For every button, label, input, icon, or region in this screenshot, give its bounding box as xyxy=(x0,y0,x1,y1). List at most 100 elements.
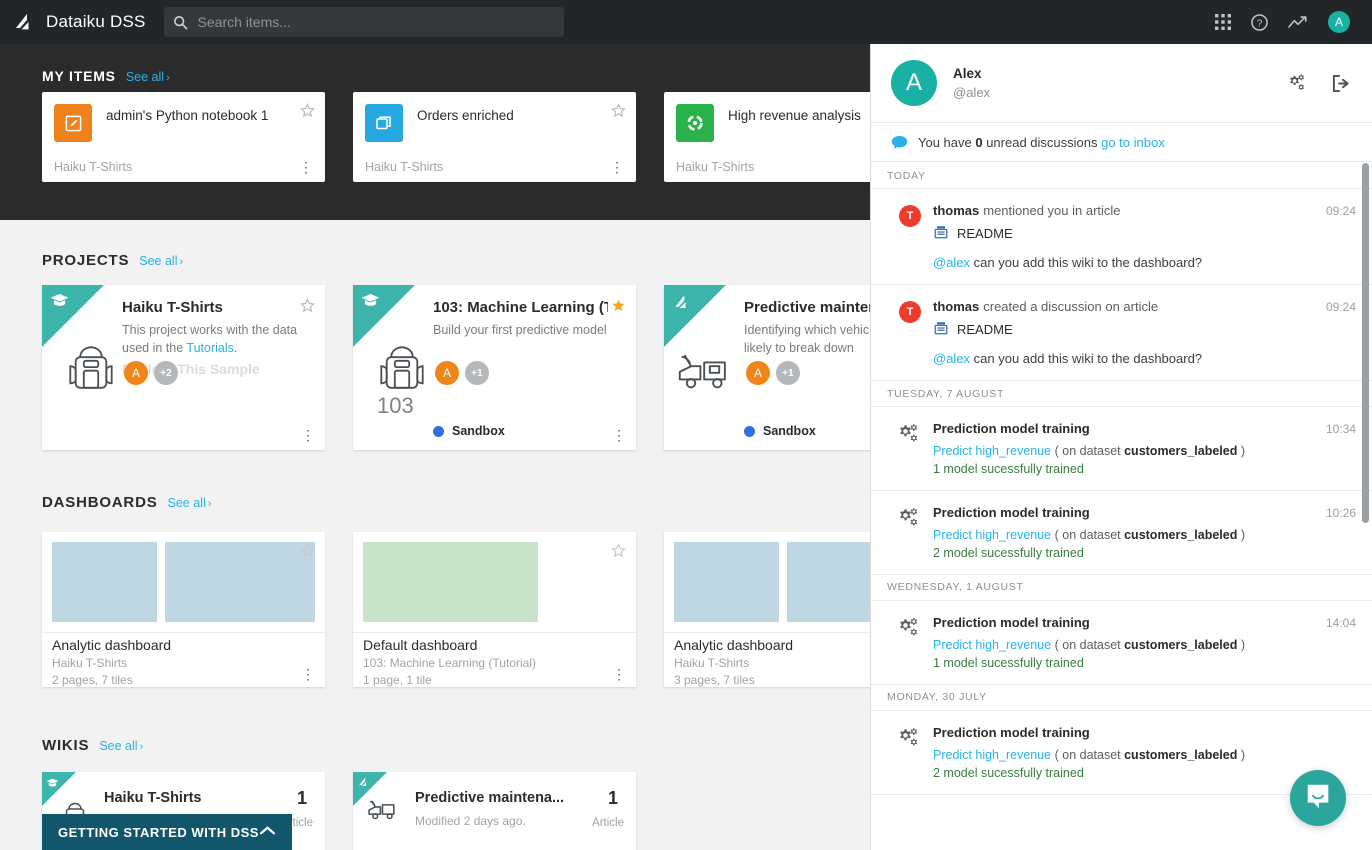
model-link[interactable]: Predict high_revenue xyxy=(933,528,1051,542)
chevron-right-icon: › xyxy=(179,256,184,268)
my-item-card[interactable]: Orders enriched Haiku T-Shirts ⋮ xyxy=(353,92,636,182)
dataset-name: customers_labeled xyxy=(1124,527,1238,542)
collaborator-avatar[interactable]: A xyxy=(746,361,770,385)
collaborator-avatar[interactable]: A xyxy=(435,361,459,385)
see-all-label: See all xyxy=(125,70,165,84)
more-options-icon[interactable]: ⋮ xyxy=(612,428,626,442)
project-description: This project works with the data used in… xyxy=(122,321,311,357)
go-to-inbox-link[interactable]: go to inbox xyxy=(1101,135,1165,150)
model-link[interactable]: Predict high_revenue xyxy=(933,748,1051,762)
my-item-name: High revenue analysis xyxy=(728,108,861,123)
star-icon[interactable] xyxy=(300,543,315,563)
user-avatar[interactable]: A xyxy=(1328,11,1350,33)
my-item-footer: Haiku T-Shirts ⋮ xyxy=(365,160,624,174)
model-link[interactable]: Predict high_revenue xyxy=(933,638,1051,652)
star-icon[interactable] xyxy=(300,298,315,318)
avatar: T xyxy=(899,301,921,323)
panel-header: A Alex @alex xyxy=(871,44,1372,122)
logout-arrow-icon[interactable] xyxy=(1331,74,1352,93)
getting-started-bar[interactable]: GETTING STARTED WITH DSS xyxy=(42,814,292,850)
projects-see-all[interactable]: See all › xyxy=(139,254,183,268)
feed-item[interactable]: Prediction model training 10:34 Predict … xyxy=(871,407,1372,491)
project-card[interactable]: 103: Machine Learning (T... Build your f… xyxy=(353,285,636,450)
dataiku-logo-icon[interactable] xyxy=(0,11,46,33)
dashboard-card[interactable]: Analytic dashboard Haiku T-Shirts 2 page… xyxy=(42,532,325,687)
feed-object[interactable]: README xyxy=(933,224,1356,243)
feed-message-rest: can you add this wiki to the dashboard? xyxy=(970,351,1203,366)
chevron-right-icon: › xyxy=(139,741,144,753)
search-input[interactable] xyxy=(197,8,564,36)
top-navbar: Dataiku DSS ? xyxy=(0,0,1372,44)
feed-item-body: thomas mentioned you in article 09:24 RE… xyxy=(933,203,1356,270)
project-title: 103: Machine Learning (T... xyxy=(433,299,608,316)
unread-count: 0 xyxy=(975,134,983,150)
feed-item[interactable]: T thomas mentioned you in article 09:24 xyxy=(871,189,1372,285)
collaborator-overflow-badge[interactable]: +1 xyxy=(776,361,800,385)
tutorials-link[interactable]: Tutorials xyxy=(186,341,233,355)
wikis-see-all[interactable]: See all › xyxy=(99,739,143,753)
avatar[interactable]: A xyxy=(891,60,937,106)
star-icon[interactable] xyxy=(611,298,626,318)
panel-scrollbar[interactable] xyxy=(1362,163,1369,523)
dashboards-header: DASHBOARDS See all › xyxy=(42,494,211,511)
chevron-right-icon: › xyxy=(207,498,212,510)
feed-object-name: README xyxy=(957,226,1013,241)
feed-item-headline: thomas created a discussion on article 0… xyxy=(933,299,1356,314)
feed-item-headline: Prediction model training 10:34 xyxy=(933,421,1356,436)
dashboard-card[interactable]: Default dashboard 103: Machine Learning … xyxy=(353,532,636,687)
help-circle-icon[interactable]: ? xyxy=(1251,13,1268,31)
feed-item[interactable]: Prediction model training 14:04 Predict … xyxy=(871,601,1372,685)
more-options-icon[interactable]: ⋮ xyxy=(612,667,626,681)
dashboard-thumbnail xyxy=(363,542,626,622)
chat-bubble-icon xyxy=(891,135,908,150)
dataiku-home-page: Dataiku DSS ? xyxy=(0,0,1372,850)
star-icon[interactable] xyxy=(300,103,315,123)
graduation-cap-icon xyxy=(46,775,59,793)
more-options-icon[interactable]: ⋮ xyxy=(301,667,315,681)
more-options-icon[interactable]: ⋮ xyxy=(299,160,313,174)
feed-object[interactable]: README xyxy=(933,320,1356,339)
see-all-label: See all xyxy=(167,496,206,510)
gears-icon xyxy=(898,727,922,780)
trending-up-icon[interactable] xyxy=(1288,15,1308,30)
wiki-card[interactable]: Predictive maintena... Modified 2 days a… xyxy=(353,772,636,850)
feed-day-header: MONDAY, 30 JULY xyxy=(871,684,1372,711)
feed-item-icon xyxy=(887,725,933,780)
collaborator-avatar[interactable]: A xyxy=(124,361,148,385)
more-options-icon[interactable]: ⋮ xyxy=(301,428,315,442)
gears-settings-icon[interactable] xyxy=(1285,73,1307,93)
star-icon[interactable] xyxy=(611,103,626,123)
collaborator-overflow-badge[interactable]: +1 xyxy=(465,361,489,385)
feed-message-rest: can you add this wiki to the dashboard? xyxy=(970,255,1203,270)
feed-timestamp: 09:24 xyxy=(1325,300,1356,314)
chevron-up-icon[interactable] xyxy=(259,823,276,841)
feed-item-icon xyxy=(887,615,933,670)
apps-grid-icon[interactable] xyxy=(1215,14,1231,30)
dashboards-see-all[interactable]: See all › xyxy=(168,496,212,510)
my-item-card[interactable]: admin's Python notebook 1 Haiku T-Shirts… xyxy=(42,92,325,182)
search-box[interactable] xyxy=(163,7,564,37)
feed-item[interactable]: Prediction model training 10:26 Predict … xyxy=(871,491,1372,575)
intercom-launcher-button[interactable] xyxy=(1290,770,1346,826)
feed-item-headline: Prediction model training 14:04 xyxy=(933,615,1356,630)
dataset-folder-icon xyxy=(365,104,403,142)
chevron-right-icon: › xyxy=(166,72,170,84)
project-description: Build your first predictive model xyxy=(433,321,622,339)
feed-item[interactable]: T thomas created a discussion on article… xyxy=(871,285,1372,381)
detail-mid: ( on dataset xyxy=(1051,747,1125,762)
my-items-see-all[interactable]: See all › xyxy=(126,70,170,84)
model-link[interactable]: Predict high_revenue xyxy=(933,444,1051,458)
star-icon[interactable] xyxy=(611,543,626,563)
feed-result: 2 model sucessfully trained xyxy=(933,765,1084,780)
detail-end: ) xyxy=(1237,444,1245,458)
more-options-icon[interactable]: ⋮ xyxy=(610,160,624,174)
wiki-article-count: 1 xyxy=(607,788,618,808)
status-dot-icon xyxy=(744,425,755,437)
project-card[interactable]: Haiku T-Shirts This project works with t… xyxy=(42,285,325,450)
mention-token: @alex xyxy=(933,351,971,366)
project-status-label: Sandbox xyxy=(452,424,505,438)
my-item-top: admin's Python notebook 1 xyxy=(42,92,325,142)
collaborator-overflow-badge[interactable]: +2 xyxy=(154,361,178,385)
project-collaborators: A +2 xyxy=(124,361,178,385)
gears-icon xyxy=(898,423,922,476)
